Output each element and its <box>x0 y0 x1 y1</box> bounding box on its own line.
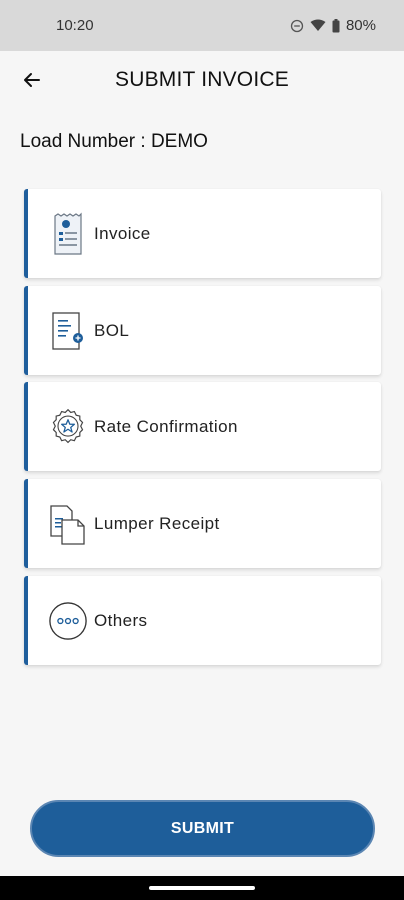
wifi-icon <box>310 19 326 31</box>
page-title: SUBMIT INVOICE <box>115 68 289 91</box>
document-card-rate-confirmation[interactable]: Rate Confirmation <box>24 382 381 471</box>
do-not-disturb-icon <box>290 19 304 32</box>
document-label: BOL <box>94 320 130 340</box>
status-time: 10:20 <box>56 17 94 34</box>
status-bar: 10:20 80% <box>0 0 404 51</box>
load-number: Load Number : DEMO <box>20 131 208 152</box>
back-button[interactable] <box>20 68 44 92</box>
invoice-icon <box>48 212 88 256</box>
document-label: Rate Confirmation <box>94 416 238 436</box>
submit-button[interactable]: SUBMIT <box>30 800 375 857</box>
rate-badge-icon <box>48 405 88 449</box>
document-label: Lumper Receipt <box>94 513 220 533</box>
more-dots-icon <box>48 599 88 643</box>
battery-icon <box>332 18 340 32</box>
arrow-left-icon <box>24 73 40 87</box>
system-nav-bar <box>0 876 404 900</box>
status-icons: 80% <box>290 17 376 34</box>
app-header: SUBMIT INVOICE <box>0 51 404 109</box>
document-card-lumper-receipt[interactable]: Lumper Receipt <box>24 479 381 568</box>
document-card-bol[interactable]: BOL <box>24 286 381 375</box>
submit-label: SUBMIT <box>170 819 235 837</box>
document-card-others[interactable]: Others <box>24 576 381 665</box>
home-gesture-handle[interactable] <box>149 886 255 890</box>
receipt-icon <box>48 502 88 546</box>
battery-level: 80% <box>345 17 376 34</box>
bol-document-icon <box>48 309 88 353</box>
document-label: Others <box>94 610 148 630</box>
document-label: Invoice <box>94 223 151 243</box>
document-card-invoice[interactable]: Invoice <box>24 189 381 278</box>
